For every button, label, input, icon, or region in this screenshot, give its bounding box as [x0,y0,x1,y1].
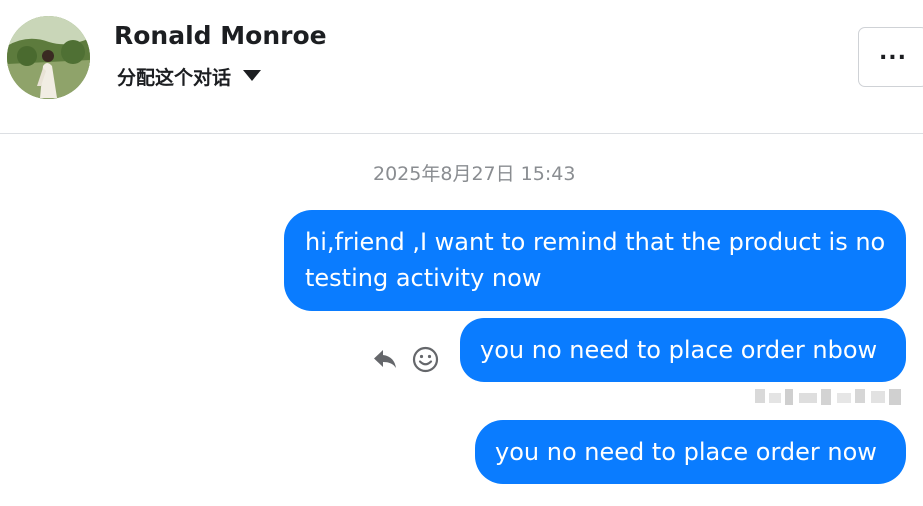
message-timestamp: 2025年8月27日 15:43 [373,163,576,185]
message-status-blurred [755,385,905,409]
more-options-label: ... [878,39,908,65]
more-options-button[interactable]: ... [858,27,923,87]
reply-arrow-icon[interactable] [372,347,398,371]
smiley-icon[interactable] [412,346,439,373]
message-bubble[interactable]: hi,friend ,I want to remind that the pro… [284,210,906,311]
chat-view: Ronald Monroe 分配这个对话 ... 2025年8月27日 15:4… [0,0,923,506]
assign-conversation-dropdown[interactable]: 分配这个对话 [117,64,262,92]
header-divider [0,133,923,134]
contact-name: Ronald Monroe [114,21,327,50]
message-bubble[interactable]: you no need to place order now [475,420,906,484]
chevron-down-icon [243,69,262,81]
profile-photo-icon [7,16,90,99]
message-bubble[interactable]: you no need to place order nbow [460,318,906,382]
avatar[interactable] [7,16,90,99]
assign-conversation-label: 分配这个对话 [117,67,232,89]
